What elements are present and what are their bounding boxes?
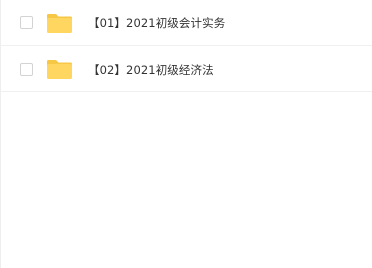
folder-icon — [47, 14, 72, 33]
row-checkbox[interactable] — [20, 63, 33, 76]
file-list-panel: 【01】2021初级会计实务 【02】2021初级经济法 — [0, 0, 372, 268]
file-name[interactable]: 【01】2021初级会计实务 — [88, 15, 225, 31]
file-name[interactable]: 【02】2021初级经济法 — [88, 62, 214, 78]
folder-icon — [47, 60, 72, 79]
file-list: 【01】2021初级会计实务 【02】2021初级经济法 — [1, 0, 372, 92]
file-row[interactable]: 【02】2021初级经济法 — [1, 46, 372, 92]
row-checkbox[interactable] — [20, 16, 33, 29]
file-row[interactable]: 【01】2021初级会计实务 — [1, 0, 372, 46]
